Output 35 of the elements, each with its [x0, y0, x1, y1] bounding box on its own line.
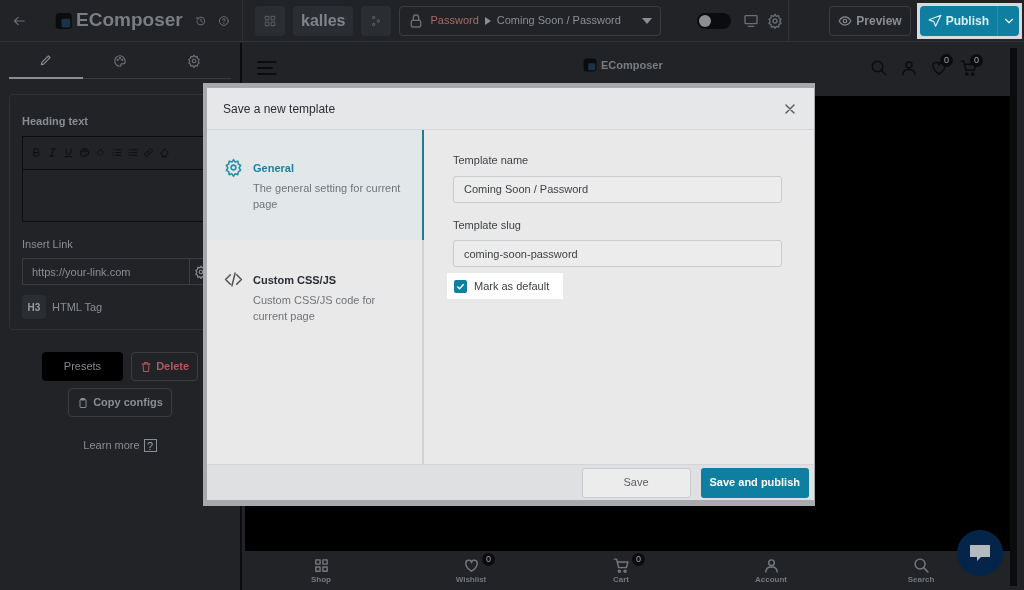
- checkbox-label: Mark as default: [474, 278, 550, 294]
- count-badge: 0: [632, 553, 645, 566]
- modal-section-tab[interactable]: General The general setting for current page: [207, 130, 424, 240]
- tag-badge: H3: [22, 295, 46, 319]
- nav-item[interactable]: Account: [749, 557, 793, 586]
- presets-button[interactable]: Presets: [41, 352, 124, 381]
- modal-section-tab[interactable]: Custom CSS/JS Custom CSS/JS code for current page: [207, 240, 422, 350]
- field-label: Template slug: [453, 217, 522, 233]
- help-badge[interactable]: ?: [143, 438, 157, 452]
- nav-item[interactable]: Shop: [299, 557, 343, 586]
- preview-button[interactable]: Preview: [829, 5, 911, 36]
- field-label: Template name: [453, 153, 530, 168]
- theme-button[interactable]: kalles: [293, 5, 354, 36]
- save-button[interactable]: Save: [581, 467, 691, 498]
- delete-button[interactable]: Delete: [131, 352, 199, 381]
- text-field[interactable]: Coming Soon / Password: [453, 175, 782, 203]
- field-label: Insert Link: [22, 236, 74, 252]
- copy-configs-button[interactable]: Copy configs: [68, 388, 172, 417]
- page-select[interactable]: Password Coming Soon / Password: [399, 5, 662, 36]
- count-badge: 0: [970, 54, 983, 67]
- count-badge: 0: [482, 553, 495, 566]
- text-field[interactable]: coming-soon-password: [453, 240, 782, 267]
- modal-title: Save a new template: [223, 100, 336, 118]
- field-label: Heading text: [22, 114, 89, 129]
- nav-item[interactable]: Search: [899, 557, 943, 586]
- tag-label: HTML Tag: [52, 299, 103, 315]
- link-input[interactable]: https://your-link.com: [22, 258, 190, 285]
- learn-more-link[interactable]: Learn more: [83, 437, 140, 454]
- breadcrumb-parent: Password: [430, 13, 479, 29]
- checkbox-row[interactable]: Mark as default: [447, 273, 563, 299]
- breadcrumb-current: Coming Soon / Password: [496, 13, 621, 29]
- brand-name: EComposer: [76, 8, 183, 33]
- count-badge: 0: [940, 54, 953, 67]
- save-and-publish-button[interactable]: Save and publish: [700, 467, 809, 498]
- store-logo: EComposer: [601, 58, 663, 73]
